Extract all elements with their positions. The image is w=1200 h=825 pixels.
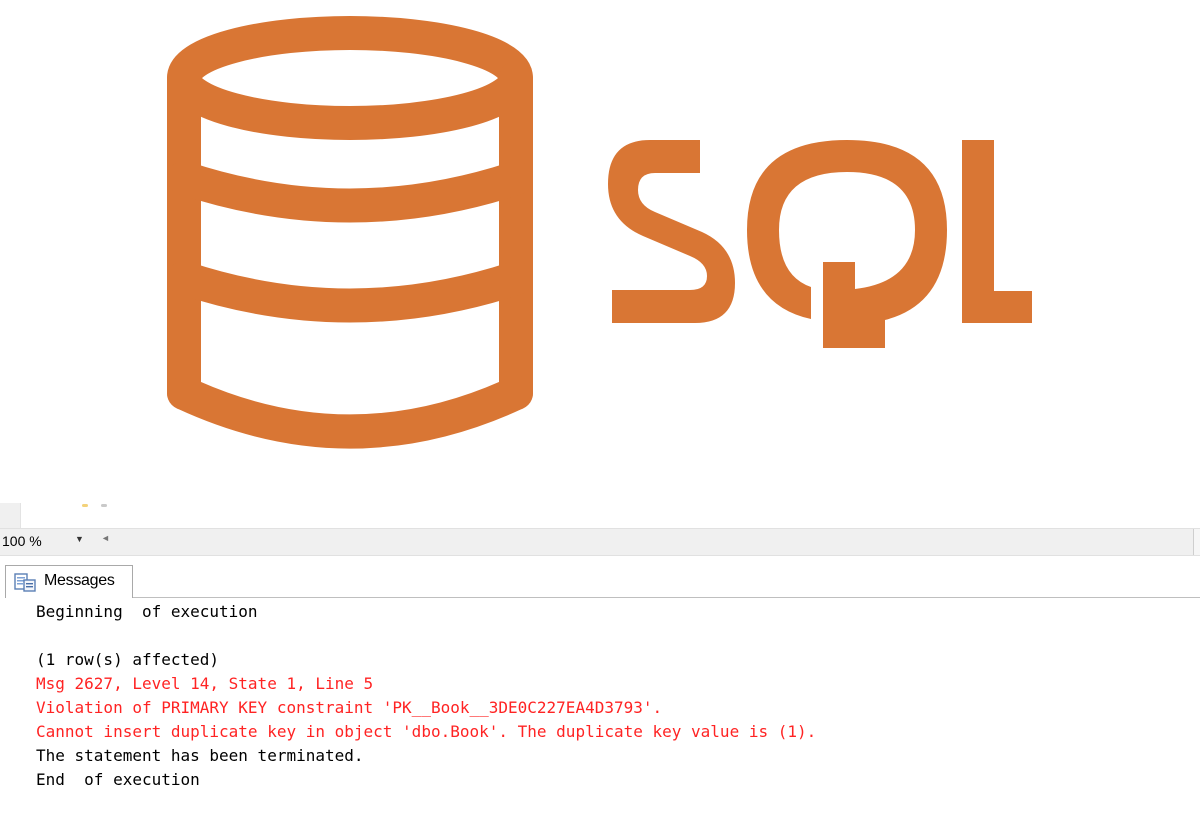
letter-q (747, 140, 947, 348)
sql-logo-banner (0, 0, 1200, 500)
error-message-line: Msg 2627, Level 14, State 1, Line 5 (36, 674, 374, 693)
message-line: The statement has been terminated. (36, 746, 364, 765)
results-tabs: Messages (0, 556, 1200, 598)
sql-wordmark (608, 140, 1032, 348)
zoom-value: 100 % (2, 533, 42, 549)
message-line: End of execution (36, 770, 200, 789)
tab-messages[interactable]: Messages (5, 565, 133, 598)
letter-s (608, 140, 735, 323)
editor-bottom-strip (0, 503, 1200, 528)
message-line: Beginning of execution (36, 602, 258, 621)
zoom-toolbar: 100 % ▼ ◄ (0, 528, 1200, 556)
zoom-select[interactable]: 100 % ▼ (0, 532, 92, 552)
database-icon (167, 16, 533, 449)
messages-output: Beginning of execution (1 row(s) affecte… (0, 598, 1200, 825)
sql-logo (167, 16, 1032, 449)
scroll-left-icon[interactable]: ◄ (101, 533, 110, 543)
tab-messages-label: Messages (44, 572, 115, 589)
dropdown-arrow-icon[interactable]: ▼ (75, 534, 84, 544)
scrollbar-edge (1193, 529, 1200, 555)
editor-gutter (0, 503, 21, 528)
messages-icon (14, 573, 36, 592)
letter-l (962, 140, 1032, 323)
decorative-mark (101, 504, 107, 507)
decorative-mark (82, 504, 88, 507)
message-line: (1 row(s) affected) (36, 650, 220, 669)
error-message-line: Cannot insert duplicate key in object 'd… (36, 722, 817, 741)
query-results-panel: 100 % ▼ ◄ Messages Beginning of executio… (0, 503, 1200, 825)
error-message-line: Violation of PRIMARY KEY constraint 'PK_… (36, 698, 663, 717)
